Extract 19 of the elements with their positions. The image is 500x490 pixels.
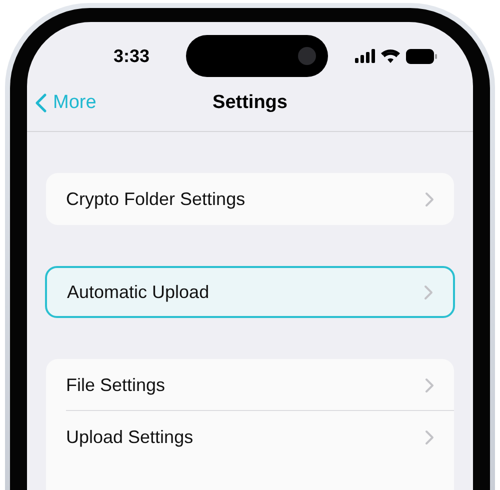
row-label: Automatic Upload [67,282,210,302]
settings-row[interactable]: File Settings [46,359,454,411]
status-time: 3:33 [113,46,150,66]
settings-row[interactable]: Crypto Folder Settings [46,173,454,225]
nav-title: Settings [212,92,288,114]
chevron-right-icon [425,378,434,392]
chevron-right-icon [425,192,434,206]
battery-icon [406,48,437,64]
camera-icon [298,47,316,65]
row-label: Upload Settings [66,426,194,448]
row-label: Crypto Folder Settings [66,188,246,210]
chevron-right-icon [424,284,433,300]
settings-row[interactable]: Upload Settings [46,411,454,463]
chevron-left-icon [35,93,47,113]
wifi-icon [381,49,400,63]
signal-icon [355,49,375,63]
row-label: File Settings [66,374,166,396]
chevron-right-icon [425,430,434,444]
settings-row[interactable]: Automatic Upload [45,266,455,318]
